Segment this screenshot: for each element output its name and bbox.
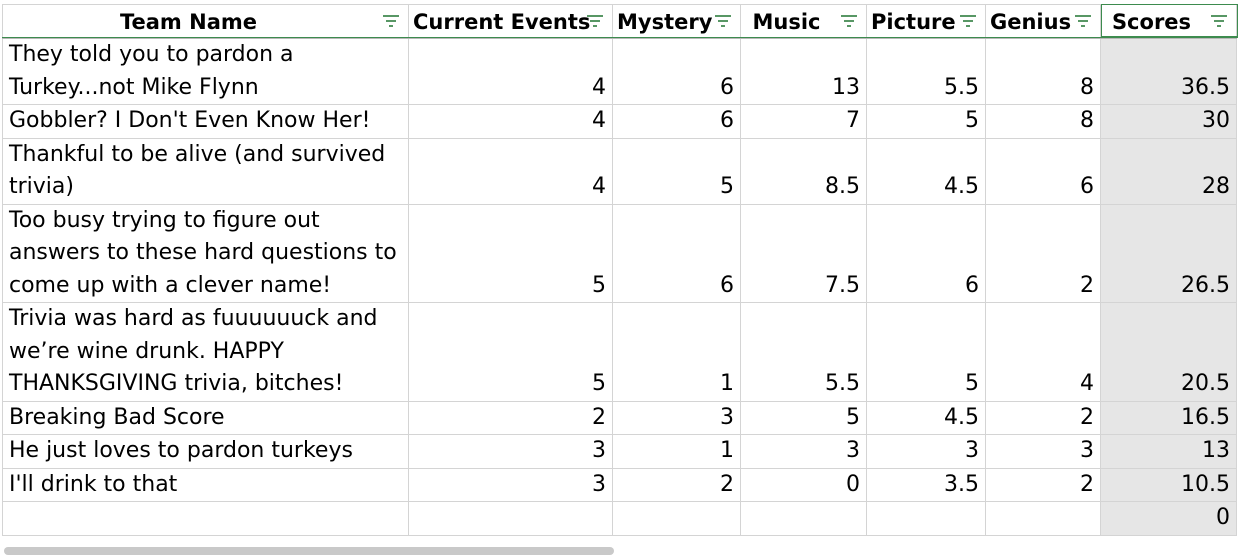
table-row: Too busy trying to figure out answers to… bbox=[2, 203, 1237, 303]
filter-icon[interactable] bbox=[586, 14, 604, 28]
cell-genius[interactable]: 2 bbox=[985, 203, 1101, 303]
cell-team[interactable]: Breaking Bad Score bbox=[2, 400, 409, 435]
table-row: Thankful to be alive (and survived trivi… bbox=[2, 137, 1237, 205]
column-header-label: Current Events bbox=[413, 9, 591, 34]
cell-scores[interactable]: 36.5 bbox=[1100, 38, 1237, 105]
cell-mystery[interactable]: 3 bbox=[612, 400, 741, 435]
cell-music[interactable]: 0 bbox=[740, 467, 867, 502]
cell-picture[interactable]: 3.5 bbox=[866, 467, 986, 502]
cell-scores[interactable]: 30 bbox=[1100, 104, 1237, 139]
cell-current-events[interactable]: 3 bbox=[408, 467, 613, 502]
header-row: Team Name Current Events Mystery Music P… bbox=[2, 4, 1237, 39]
cell-team[interactable]: He just loves to pardon turkeys bbox=[2, 434, 409, 469]
table-row: They told you to pardon a Turkey...not M… bbox=[2, 38, 1237, 105]
scores-table: Team Name Current Events Mystery Music P… bbox=[2, 4, 1237, 536]
column-header-label: Genius bbox=[990, 9, 1072, 34]
cell-current-events[interactable]: 4 bbox=[408, 38, 613, 105]
cell-picture[interactable]: 5 bbox=[866, 104, 986, 139]
column-header-music[interactable]: Music bbox=[740, 4, 867, 39]
cell-picture[interactable]: 6 bbox=[866, 203, 986, 303]
cell-genius[interactable]: 8 bbox=[985, 104, 1101, 139]
cell-mystery[interactable]: 1 bbox=[612, 302, 741, 402]
column-header-label: Music bbox=[752, 10, 821, 34]
cell-picture[interactable]: 5 bbox=[866, 302, 986, 402]
table-row: Trivia was hard as fuuuuuuck and we’re w… bbox=[2, 302, 1237, 402]
filter-icon[interactable] bbox=[1074, 14, 1092, 28]
cell-genius[interactable]: 6 bbox=[985, 137, 1101, 205]
cell-picture[interactable]: 4.5 bbox=[866, 137, 986, 205]
cell-current-events[interactable]: 4 bbox=[408, 137, 613, 205]
horizontal-scrollbar[interactable] bbox=[4, 547, 614, 555]
selected-cell-outline bbox=[1101, 4, 1238, 37]
cell-team[interactable]: Too busy trying to figure out answers to… bbox=[2, 203, 409, 303]
column-header-picture[interactable]: Picture bbox=[866, 4, 986, 39]
column-header-mystery[interactable]: Mystery bbox=[612, 4, 741, 39]
cell-scores[interactable]: 13 bbox=[1100, 434, 1237, 469]
cell-mystery[interactable] bbox=[612, 501, 741, 536]
table-row: Gobbler? I Don't Even Know Her! 4 6 7 5 8 30 bbox=[2, 104, 1237, 139]
cell-genius[interactable]: 3 bbox=[985, 434, 1101, 469]
filter-icon[interactable] bbox=[382, 14, 400, 28]
cell-genius[interactable]: 2 bbox=[985, 400, 1101, 435]
cell-current-events[interactable]: 4 bbox=[408, 104, 613, 139]
cell-current-events[interactable]: 5 bbox=[408, 203, 613, 303]
cell-music[interactable]: 5 bbox=[740, 400, 867, 435]
column-header-current-events[interactable]: Current Events bbox=[408, 4, 613, 39]
cell-genius[interactable] bbox=[985, 501, 1101, 536]
cell-team[interactable]: Trivia was hard as fuuuuuuck and we’re w… bbox=[2, 302, 409, 402]
cell-music[interactable]: 7 bbox=[740, 104, 867, 139]
cell-genius[interactable]: 8 bbox=[985, 38, 1101, 105]
table-row: He just loves to pardon turkeys 3 1 3 3 3 13 bbox=[2, 434, 1237, 469]
cell-genius[interactable]: 2 bbox=[985, 467, 1101, 502]
cell-music[interactable]: 5.5 bbox=[740, 302, 867, 402]
table-row: Breaking Bad Score 2 3 5 4.5 2 16.5 bbox=[2, 400, 1237, 435]
cell-scores[interactable]: 26.5 bbox=[1100, 203, 1237, 303]
cell-scores[interactable]: 0 bbox=[1100, 501, 1237, 536]
cell-picture[interactable]: 4.5 bbox=[866, 400, 986, 435]
cell-scores[interactable]: 10.5 bbox=[1100, 467, 1237, 502]
table-row: I'll drink to that 3 2 0 3.5 2 10.5 bbox=[2, 467, 1237, 502]
cell-scores[interactable]: 28 bbox=[1100, 137, 1237, 205]
cell-mystery[interactable]: 5 bbox=[612, 137, 741, 205]
cell-music[interactable]: 13 bbox=[740, 38, 867, 105]
filter-icon[interactable] bbox=[840, 14, 858, 28]
filter-icon[interactable] bbox=[714, 14, 732, 28]
cell-current-events[interactable]: 2 bbox=[408, 400, 613, 435]
column-header-label: Team Name bbox=[119, 10, 257, 34]
cell-mystery[interactable]: 6 bbox=[612, 104, 741, 139]
cell-mystery[interactable]: 6 bbox=[612, 38, 741, 105]
cell-current-events[interactable]: 3 bbox=[408, 434, 613, 469]
spreadsheet: Team Name Current Events Mystery Music P… bbox=[0, 0, 1246, 557]
cell-music[interactable]: 3 bbox=[740, 434, 867, 469]
cell-music[interactable] bbox=[740, 501, 867, 536]
cell-mystery[interactable]: 6 bbox=[612, 203, 741, 303]
cell-genius[interactable]: 4 bbox=[985, 302, 1101, 402]
cell-team[interactable]: I'll drink to that bbox=[2, 467, 409, 502]
cell-current-events[interactable] bbox=[408, 501, 613, 536]
column-header-label: Picture bbox=[871, 9, 956, 34]
cell-team[interactable]: They told you to pardon a Turkey...not M… bbox=[2, 38, 409, 105]
column-header-genius[interactable]: Genius bbox=[985, 4, 1101, 39]
cell-picture[interactable]: 3 bbox=[866, 434, 986, 469]
filter-icon[interactable] bbox=[959, 14, 977, 28]
column-header-team[interactable]: Team Name bbox=[2, 4, 409, 39]
column-header-label: Mystery bbox=[617, 9, 713, 34]
cell-picture[interactable] bbox=[866, 501, 986, 536]
table-row: 0 bbox=[2, 501, 1237, 536]
cell-team[interactable]: Gobbler? I Don't Even Know Her! bbox=[2, 104, 409, 139]
cell-music[interactable]: 8.5 bbox=[740, 137, 867, 205]
cell-music[interactable]: 7.5 bbox=[740, 203, 867, 303]
cell-picture[interactable]: 5.5 bbox=[866, 38, 986, 105]
cell-team[interactable]: Thankful to be alive (and survived trivi… bbox=[2, 137, 409, 205]
cell-scores[interactable]: 16.5 bbox=[1100, 400, 1237, 435]
cell-mystery[interactable]: 1 bbox=[612, 434, 741, 469]
header-divider bbox=[2, 37, 1238, 38]
cell-team[interactable] bbox=[2, 501, 409, 536]
cell-current-events[interactable]: 5 bbox=[408, 302, 613, 402]
cell-mystery[interactable]: 2 bbox=[612, 467, 741, 502]
cell-scores[interactable]: 20.5 bbox=[1100, 302, 1237, 402]
